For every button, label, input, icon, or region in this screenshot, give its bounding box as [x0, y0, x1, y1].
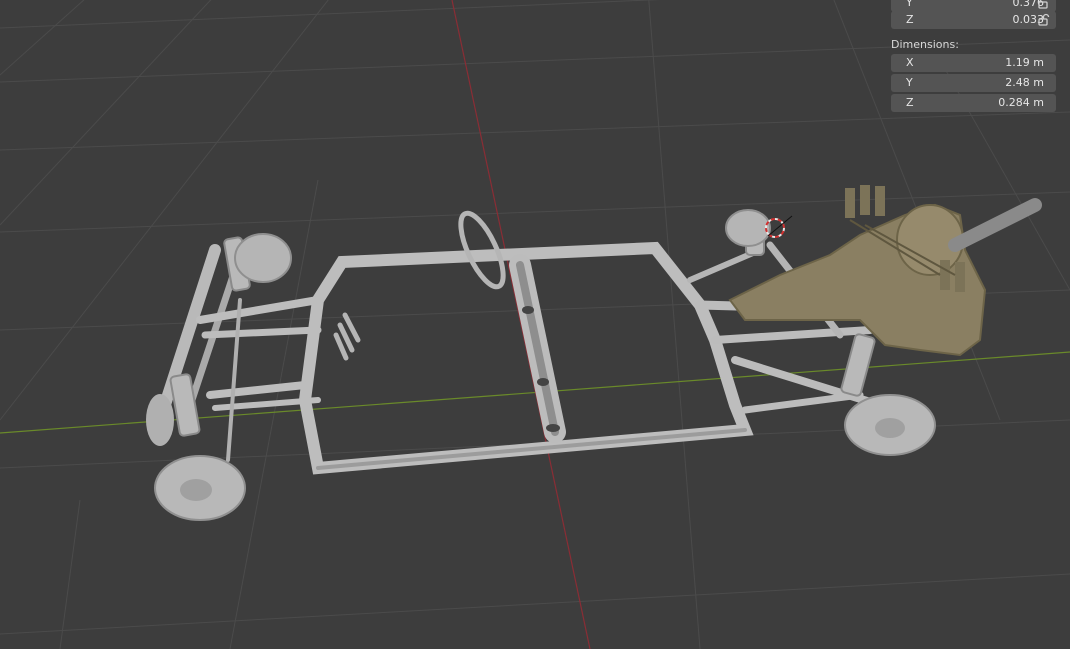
y-axis-line	[451, 0, 591, 649]
item-properties-panel: Y 0.376 Z 0.033 Dimensions: X 1.19 m Y 2…	[884, 0, 1070, 116]
field-value: 0.284 m	[998, 96, 1044, 109]
engine-model[interactable]	[728, 185, 1042, 357]
dimension-y-field[interactable]: Y 2.48 m	[891, 74, 1056, 92]
axis-label: Z	[906, 13, 914, 26]
dimension-x-field[interactable]: X 1.19 m	[891, 54, 1056, 72]
field-value: 1.19 m	[1005, 56, 1044, 69]
location-z-field[interactable]: Z 0.033	[891, 11, 1056, 29]
dimensions-label: Dimensions:	[891, 38, 959, 51]
3d-viewport[interactable]: Y 0.376 Z 0.033 Dimensions: X 1.19 m Y 2…	[0, 0, 1070, 649]
axis-label: Y	[906, 76, 913, 89]
field-value: 2.48 m	[1005, 76, 1044, 89]
axis-label: X	[906, 56, 914, 69]
dimension-z-field[interactable]: Z 0.284 m	[891, 94, 1056, 112]
chassis-model[interactable]	[146, 208, 936, 521]
lock-icon[interactable]	[1036, 0, 1050, 10]
axis-label: Y	[906, 0, 913, 9]
axis-label: Z	[906, 96, 914, 109]
unlocked-padlock-icon[interactable]	[1036, 13, 1050, 27]
